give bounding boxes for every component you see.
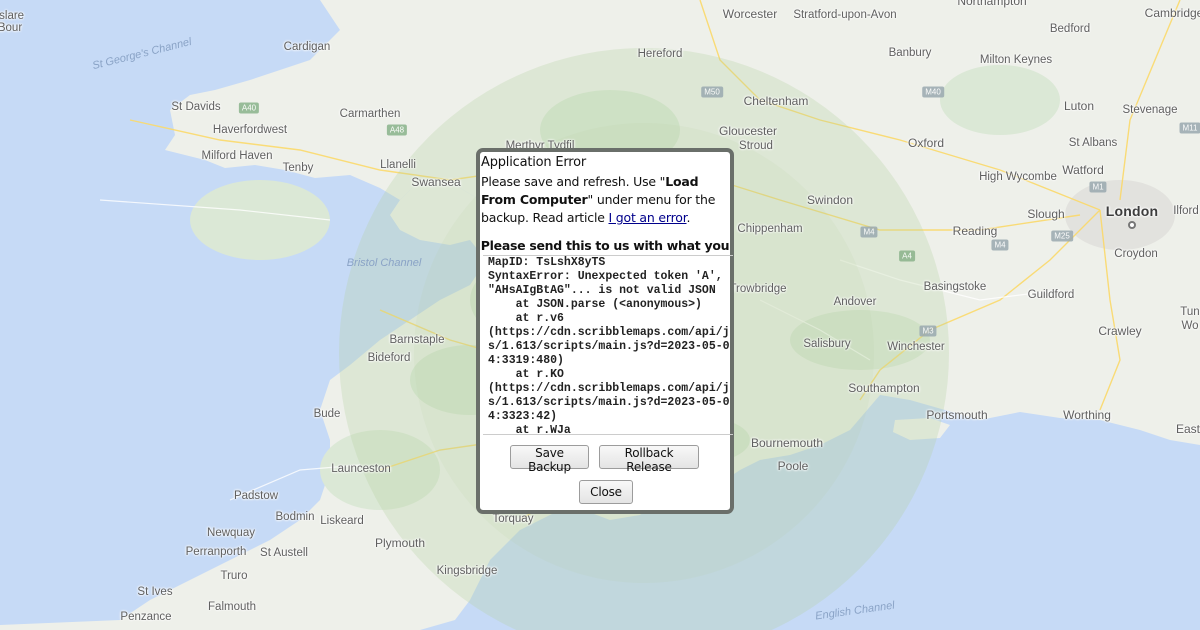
road-shield: M1 (1089, 181, 1107, 193)
map-water-label: Bristol Channel (346, 257, 422, 269)
map-place-label: Bude (313, 408, 341, 420)
map-place-label: Reading (952, 224, 998, 238)
map-place-label: Kingsbridge (436, 565, 498, 577)
road-shield: M4 (860, 226, 878, 238)
map-place-label: Worcester (722, 7, 778, 21)
map-place-label: Hereford (637, 48, 683, 60)
map-place-label: Truro (220, 570, 248, 582)
dialog-message-text: . (686, 210, 691, 225)
map-place-label: St Ives (137, 586, 173, 598)
map-place-label: Ilford (1173, 205, 1199, 217)
road-shield: M11 (1179, 122, 1200, 134)
map-place-label: Wo (1181, 320, 1199, 332)
map-place-label: Penzance (120, 611, 172, 623)
map-place-label: Torquay (492, 513, 534, 525)
map-place-label: Bedford (1049, 23, 1091, 35)
dialog-message: Please save and refresh. Use "Load From … (481, 173, 727, 227)
map-place-label: Barnstaple (389, 334, 445, 346)
map-place-label: Oxford (907, 136, 945, 150)
map-place-label: Falmouth (208, 601, 256, 613)
map-place-label: Islare (0, 10, 25, 22)
map-place-label: Southampton (848, 381, 920, 395)
map-place-label: Cheltenham (743, 94, 809, 108)
send-instructions: Please send this to us with what you (480, 238, 730, 253)
london-marker (1128, 221, 1136, 229)
map-place-label: High Wycombe (979, 171, 1057, 183)
road-shield: M40 (922, 86, 944, 98)
map-place-label: Perranporth (185, 546, 247, 558)
map-place-label: Gloucester (718, 124, 778, 138)
map-place-label: Chippenham (737, 223, 803, 235)
map-place-label: Slough (1027, 207, 1065, 221)
map-place-label: Cardigan (283, 41, 331, 53)
map-place-label: Winchester (887, 341, 945, 353)
road-shield: A4 (899, 250, 915, 262)
road-shield: M3 (919, 325, 937, 337)
road-shield: A48 (386, 124, 408, 136)
map-place-label: St Albans (1068, 137, 1118, 149)
map-place-label: Bournemouth (750, 436, 824, 450)
road-shield: A40 (238, 102, 260, 114)
map-place-label: Tun (1180, 306, 1200, 318)
map-place-label: Bodmin (275, 511, 315, 523)
map-place-label: London (1105, 203, 1159, 219)
map-place-label: Portsmouth (926, 408, 988, 422)
dialog-message-text: Please save and refresh. Use " (481, 174, 666, 189)
map-place-label: Bideford (367, 352, 411, 364)
map-place-label: Banbury (888, 47, 932, 59)
map-place-label: Croydon (1114, 248, 1158, 260)
road-shield: M25 (1051, 230, 1073, 242)
map-place-label: Llanelli (380, 159, 416, 171)
map-place-label: Tenby (282, 162, 314, 174)
map-place-label: Carmarthen (339, 108, 401, 120)
map-place-label: Swindon (806, 193, 854, 207)
map-place-label: Liskeard (320, 515, 364, 527)
map-place-label: Basingstoke (923, 281, 987, 293)
close-button[interactable]: Close (579, 480, 633, 504)
road-shield: M4 (991, 239, 1009, 251)
application-error-dialog: Application Error Please save and refres… (476, 148, 734, 514)
map-place-label: Stroud (739, 140, 773, 152)
dialog-title: Application Error (481, 155, 587, 170)
map-place-label: East (1175, 422, 1200, 436)
map-place-label: Trowbridge (729, 283, 787, 295)
map-place-label: Andover (833, 296, 877, 308)
map-place-label: Plymouth (374, 536, 426, 550)
map-place-label: Launceston (331, 463, 391, 475)
map-place-label: Crawley (1098, 324, 1142, 338)
map-place-label: Salisbury (803, 338, 851, 350)
map-place-label: Milton Keynes (979, 54, 1053, 66)
map-place-label: Luton (1063, 99, 1095, 113)
map-place-label: Cambridge (1144, 6, 1200, 20)
map-place-label: Padstow (233, 490, 279, 502)
map-place-label: Stratford-upon-Avon (793, 9, 897, 21)
road-shield: M50 (701, 86, 723, 98)
map-place-label: St Austell (260, 547, 308, 559)
map-place-label: Bour (0, 22, 23, 34)
map-place-label: St Davids (171, 101, 221, 113)
error-log-box[interactable]: MapID: TsLshX8yTS SyntaxError: Unexpecte… (483, 255, 733, 435)
map-place-label: Poole (777, 459, 809, 473)
map-place-label: Swansea (411, 175, 461, 189)
map-place-label: Stevenage (1122, 104, 1178, 116)
map-place-label: Watford (1062, 163, 1104, 177)
save-backup-button[interactable]: Save Backup (510, 445, 589, 474)
map-place-label: Milford Haven (201, 150, 273, 162)
rollback-release-button[interactable]: Rollback Release (599, 445, 699, 474)
article-link[interactable]: I got an error (609, 210, 687, 225)
map-place-label: Newquay (207, 527, 255, 539)
map-place-label: Haverfordwest (212, 124, 288, 136)
map-place-label: Northampton (957, 0, 1027, 8)
map-place-label: Guildford (1027, 289, 1075, 301)
map-place-label: Worthing (1063, 408, 1111, 422)
